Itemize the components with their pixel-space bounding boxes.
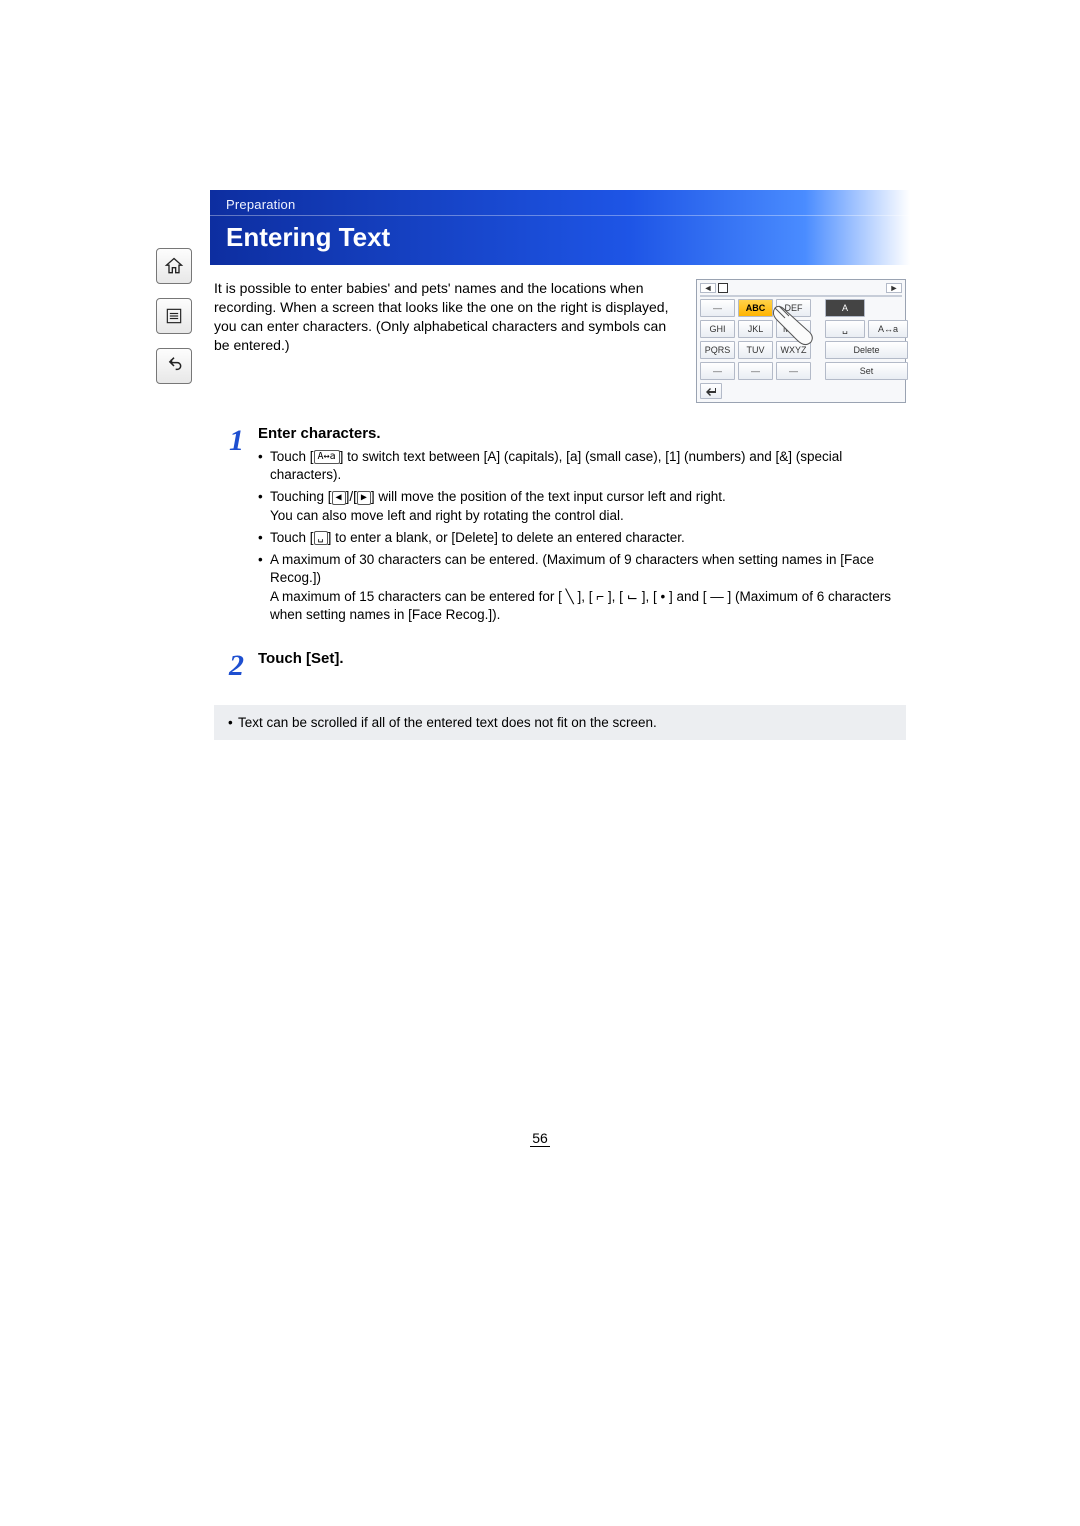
keypad-return-key bbox=[700, 383, 722, 399]
keypad-key: — bbox=[700, 362, 735, 380]
note-box: •Text can be scrolled if all of the ente… bbox=[214, 705, 906, 740]
bullet: Touching [◀]/[▶] will move the position … bbox=[258, 488, 906, 524]
breadcrumb: Preparation bbox=[210, 190, 910, 215]
section-header: Preparation Entering Text bbox=[210, 190, 910, 265]
keypad-illustration: ◄ ► — ABC DEF A GHI JKL MNO bbox=[696, 279, 906, 403]
step-title: Enter characters. bbox=[258, 425, 906, 442]
page-content: Preparation Entering Text It is possible… bbox=[210, 190, 910, 740]
keypad-case-key: A↔a bbox=[868, 320, 908, 338]
keypad-display: A bbox=[825, 299, 865, 317]
bullet: Touch [␣] to enter a blank, or [Delete] … bbox=[258, 529, 906, 547]
keypad-key: — bbox=[738, 362, 773, 380]
page-title: Entering Text bbox=[210, 216, 910, 265]
note-text: Text can be scrolled if all of the enter… bbox=[238, 715, 657, 730]
return-icon bbox=[705, 386, 717, 396]
step-number: 2 bbox=[214, 650, 244, 679]
keypad-key: DEF bbox=[776, 299, 811, 317]
keypad-key-selected: ABC bbox=[738, 299, 773, 317]
step-number: 1 bbox=[214, 425, 244, 628]
cursor-right-icon: ► bbox=[886, 283, 902, 293]
contents-button[interactable] bbox=[156, 298, 192, 334]
bullet: Touch [A↔a] to switch text between [A] (… bbox=[258, 448, 906, 484]
keypad-key: PQRS bbox=[700, 341, 735, 359]
keypad-set-key: Set bbox=[825, 362, 908, 380]
bullet: A maximum of 30 characters can be entere… bbox=[258, 551, 906, 624]
step-1: 1 Enter characters. Touch [A↔a] to switc… bbox=[214, 425, 906, 628]
home-button[interactable] bbox=[156, 248, 192, 284]
nav-sidebar bbox=[150, 248, 198, 384]
keypad-key: JKL bbox=[738, 320, 773, 338]
keypad-key: — bbox=[776, 362, 811, 380]
step-bullets: Touch [A↔a] to switch text between [A] (… bbox=[258, 448, 906, 624]
keypad-key: WXYZ bbox=[776, 341, 811, 359]
keypad-space-key: ␣ bbox=[825, 320, 865, 338]
page-number: 56 bbox=[0, 1130, 1080, 1146]
cursor-right-btn-icon: ▶ bbox=[357, 491, 371, 505]
cursor-left-icon: ◄ bbox=[700, 283, 716, 293]
blank-icon: ␣ bbox=[314, 531, 328, 545]
list-icon bbox=[164, 306, 184, 326]
step-2: 2 Touch [Set]. bbox=[214, 650, 906, 679]
home-icon bbox=[164, 256, 184, 276]
step-title: Touch [Set]. bbox=[258, 650, 906, 667]
keypad-key: GHI bbox=[700, 320, 735, 338]
cursor-left-btn-icon: ◀ bbox=[332, 491, 346, 505]
keypad-key: — bbox=[700, 299, 735, 317]
back-button[interactable] bbox=[156, 348, 192, 384]
keypad-key: TUV bbox=[738, 341, 773, 359]
back-icon bbox=[164, 356, 184, 376]
keypad-delete-key: Delete bbox=[825, 341, 908, 359]
keypad-key: MNO bbox=[776, 320, 811, 338]
intro-paragraph: It is possible to enter babies' and pets… bbox=[214, 279, 678, 355]
case-switch-icon: A↔a bbox=[314, 450, 340, 464]
